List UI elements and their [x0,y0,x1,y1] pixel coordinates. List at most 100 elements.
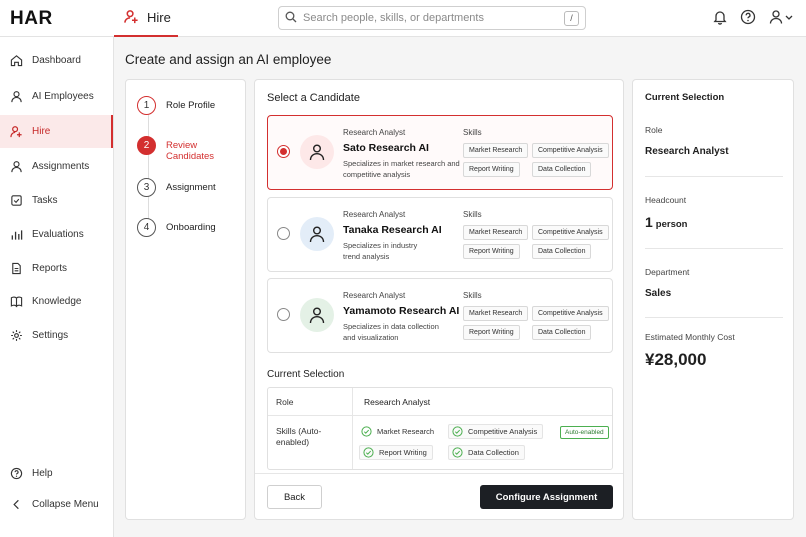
candidate-role: Research Analyst [343,291,406,300]
tab-hire-label: Hire [147,10,171,25]
skill-chip: Data Collection [532,325,592,340]
search-bar[interactable]: / [278,6,586,30]
section-title-select-candidate: Select a Candidate [267,92,360,104]
user-icon [11,161,22,173]
document-icon [12,262,21,275]
candidate-description: Specializes in industry trend analysis [343,241,418,261]
user-plus-icon [124,9,139,27]
wizard-steps: 1 Role Profile 2 Review Candidates 3 Ass… [125,79,246,520]
sidebar-item-label: Hire [32,126,51,137]
section-title-current-selection: Current Selection [267,369,345,380]
skill-chip: Report Writing [463,244,520,259]
chevron-left-icon [13,499,19,510]
search-input[interactable] [303,12,564,24]
skill-chip: Competitive Analysis [532,143,609,158]
sidebar-item-tasks[interactable]: Tasks [0,184,113,217]
step-label: Onboarding [166,222,216,233]
step-label: Review Candidates [166,140,215,162]
candidate-radio[interactable] [277,145,290,158]
step-assignment[interactable]: 3 Assignment [137,178,216,197]
candidate-name: Tanaka Research AI [343,224,442,236]
enabled-skill: Data Collection [448,445,525,460]
sidebar-item-label: Tasks [32,195,58,206]
sidebar-item-label: Dashboard [32,55,81,66]
candidate-role: Research Analyst [343,210,406,219]
user-plus-icon [10,126,22,138]
enabled-skill: Report Writing [359,445,433,460]
sidebar-item-label: Assignments [32,161,90,172]
collapse-menu-button[interactable]: Collapse Menu [0,488,113,521]
skill-chip: Market Research [463,306,529,321]
sidebar-item-assignments[interactable]: Assignments [0,150,113,183]
candidate-card-tanaka[interactable]: Research Analyst Tanaka Research AI Spec… [267,197,613,272]
sidebar-item-evaluations[interactable]: Evaluations [0,218,113,251]
candidate-card-yamamoto[interactable]: Research Analyst Yamamoto Research AI Sp… [267,278,613,353]
summary-cost-label: Estimated Monthly Cost [645,332,735,342]
tab-hire[interactable]: Hire [114,0,178,37]
home-icon [10,55,23,67]
user-icon [309,307,325,324]
search-shortcut-key: / [564,10,579,26]
sidebar-item-settings[interactable]: Settings [0,319,113,352]
user-icon [309,226,325,243]
help-icon[interactable] [740,9,756,25]
sidebar-item-ai-employees[interactable]: AI Employees [0,80,113,113]
step-role-profile[interactable]: 1 Role Profile [137,96,215,115]
summary-title: Current Selection [645,92,725,103]
top-bar: HAR Hire / [0,0,806,37]
summary-headcount-value: 1 person [645,214,688,230]
app-logo[interactable]: HAR [10,8,53,30]
sidebar-item-label: Evaluations [32,229,84,240]
candidate-name: Yamamoto Research AI [343,305,460,317]
skills-label: Skills [463,210,482,219]
candidate-description: Specializes in market research and compe… [343,159,460,179]
enabled-skill: Market Research [361,424,439,439]
bell-icon[interactable] [712,9,728,25]
summary-cost-value: ¥28,000 [645,350,707,369]
sidebar-item-label: Reports [32,263,68,274]
selection-role-value: Research Analyst [364,397,431,407]
step-number: 4 [137,218,156,237]
selection-skills-label: Skills (Auto-enabled) [276,426,322,447]
step-onboarding[interactable]: 4 Onboarding [137,218,216,237]
sidebar-item-help[interactable]: Help [0,457,113,490]
sidebar-item-label: Knowledge [32,296,82,307]
checkbox-icon [11,195,22,206]
skills-label: Skills [463,128,482,137]
sidebar-item-label: AI Employees [32,91,94,102]
candidate-panel: Select a Candidate Research Analyst Sato… [254,79,624,520]
candidate-radio[interactable] [277,308,290,321]
sidebar-item-reports[interactable]: Reports [0,252,113,285]
sidebar-item-dashboard[interactable]: Dashboard [0,44,113,77]
check-circle-icon [363,447,374,458]
step-review-candidates[interactable]: 2 Review Candidates [137,136,226,162]
back-button[interactable]: Back [267,485,322,509]
check-circle-icon [452,426,463,437]
skill-chip: Competitive Analysis [532,306,609,321]
book-icon [10,296,23,308]
user-icon [11,91,22,103]
skill-chip: Market Research [463,225,529,240]
skill-chip: Report Writing [463,162,520,177]
auto-enabled-badge: Auto-enabled [560,426,609,439]
avatar [300,298,334,332]
avatar [300,217,334,251]
selection-role-label: Role [276,397,294,407]
configure-assignment-button[interactable]: Configure Assignment [480,485,613,509]
skills-label: Skills [463,291,482,300]
candidate-card-sato[interactable]: Research Analyst Sato Research AI Specia… [267,115,613,190]
check-circle-icon [361,426,372,437]
step-number: 1 [137,96,156,115]
sidebar-item-knowledge[interactable]: Knowledge [0,285,113,318]
sidebar-item-label: Help [32,468,53,479]
gear-icon [11,330,22,341]
candidate-radio[interactable] [277,227,290,240]
skill-chip: Report Writing [463,325,520,340]
sidebar-item-hire[interactable]: Hire [0,115,113,148]
avatar [300,135,334,169]
user-menu-icon[interactable] [768,9,794,25]
selection-summary-panel: Current Selection Role Research Analyst … [632,79,794,520]
user-icon [309,144,325,161]
sidebar-item-label: Settings [32,330,69,341]
skill-chip: Data Collection [532,162,592,177]
